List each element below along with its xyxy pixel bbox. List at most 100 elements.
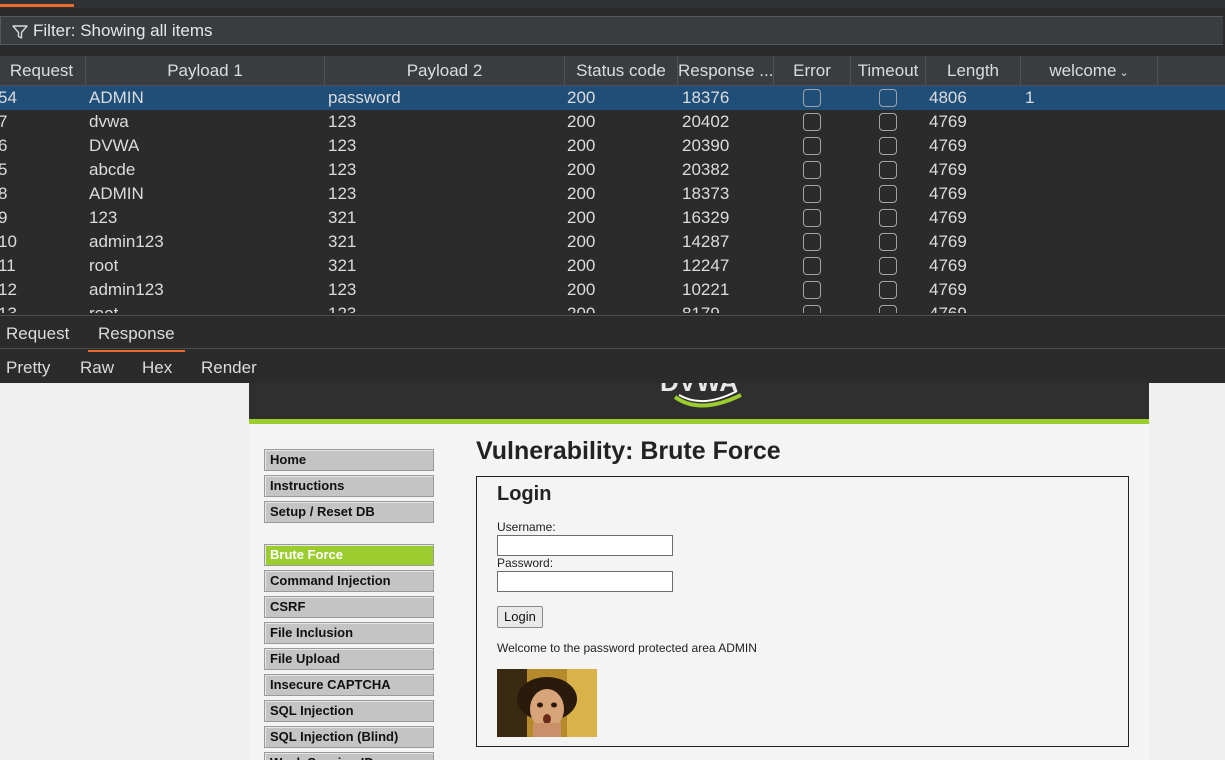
column-header-timeout[interactable]: Timeout: [851, 56, 926, 85]
error-checkbox[interactable]: [803, 137, 821, 155]
password-field[interactable]: [497, 571, 673, 592]
table-header: Request Payload 1 Payload 2 Status code …: [0, 56, 1225, 86]
error-checkbox[interactable]: [803, 113, 821, 131]
chevron-down-icon: ⌄: [1119, 67, 1129, 79]
cell-payload1: root: [89, 256, 119, 275]
cell-payload2: password: [328, 88, 401, 107]
cell-payload2: 123: [328, 136, 357, 155]
timeout-checkbox[interactable]: [879, 209, 897, 227]
tab-pretty[interactable]: Pretty: [6, 358, 50, 378]
table-row[interactable]: 12 admin123 123 200 10221 4769: [0, 278, 1225, 302]
timeout-checkbox[interactable]: [879, 185, 897, 203]
cell-payload2: 123: [328, 280, 357, 299]
filter-bar[interactable]: Filter: Showing all items: [0, 16, 1223, 45]
menu-csrf[interactable]: CSRF: [264, 596, 434, 618]
divider: [0, 348, 1225, 349]
cell-request: 9: [0, 208, 8, 227]
tab-raw[interactable]: Raw: [80, 358, 114, 378]
login-button[interactable]: Login: [497, 606, 543, 628]
cell-payload1: 123: [89, 208, 118, 227]
cell-status-code: 200: [567, 280, 596, 299]
table-row[interactable]: 8 ADMIN 123 200 18373 4769: [0, 182, 1225, 206]
cell-payload1: ADMIN: [89, 184, 144, 203]
cell-response-time: 12247: [682, 256, 730, 275]
cell-request: 7: [0, 112, 8, 131]
table-row[interactable]: 10 admin123 321 200 14287 4769: [0, 230, 1225, 254]
cell-request: 5: [0, 160, 8, 179]
menu-home[interactable]: Home: [264, 449, 434, 471]
column-header-welcome[interactable]: welcome ⌄: [1021, 56, 1158, 85]
user-avatar-image: [497, 669, 597, 737]
column-header-length[interactable]: Length: [926, 56, 1021, 85]
tab-render[interactable]: Render: [191, 358, 267, 386]
column-header-payload2[interactable]: Payload 2: [325, 56, 565, 85]
cell-payload1: DVWA: [89, 136, 140, 155]
cell-response-time: 20382: [682, 160, 730, 179]
menu-insecure-captcha[interactable]: Insecure CAPTCHA: [264, 674, 434, 696]
cell-payload1: abcde: [89, 160, 136, 179]
menu-setup-reset-db[interactable]: Setup / Reset DB: [264, 501, 434, 523]
error-checkbox[interactable]: [803, 161, 821, 179]
table-row[interactable]: 6 DVWA 123 200 20390 4769: [0, 134, 1225, 158]
column-header-error[interactable]: Error: [774, 56, 851, 85]
menu-weak-session-ids[interactable]: Weak Session IDs: [264, 752, 434, 760]
username-field[interactable]: [497, 535, 673, 556]
cell-length: 4769: [929, 160, 967, 179]
cell-request: 8: [0, 184, 8, 203]
username-label: Username:: [497, 520, 556, 534]
timeout-checkbox[interactable]: [879, 113, 897, 131]
column-header-request[interactable]: Request: [0, 56, 86, 85]
table-row[interactable]: 5 abcde 123 200 20382 4769: [0, 158, 1225, 182]
cell-length: 4806: [929, 88, 967, 107]
cell-payload1: admin123: [89, 280, 164, 299]
tab-response[interactable]: Response: [88, 324, 185, 352]
login-heading: Login: [497, 483, 552, 505]
cell-payload2: 321: [328, 256, 357, 275]
cell-request: 12: [0, 280, 17, 299]
cell-request: 10: [0, 232, 17, 251]
menu-command-injection[interactable]: Command Injection: [264, 570, 434, 592]
cell-payload1: dvwa: [89, 112, 129, 131]
error-checkbox[interactable]: [803, 185, 821, 203]
page-title: Vulnerability: Brute Force: [476, 437, 781, 465]
table-row[interactable]: 9 123 321 200 16329 4769: [0, 206, 1225, 230]
cell-length: 4769: [929, 232, 967, 251]
error-checkbox[interactable]: [803, 209, 821, 227]
timeout-checkbox[interactable]: [879, 161, 897, 179]
menu-instructions[interactable]: Instructions: [264, 475, 434, 497]
dvwa-logo: DVWA: [660, 383, 742, 408]
message-editor-tabs: Request Response Pretty Raw Hex Render: [0, 313, 1225, 386]
error-checkbox[interactable]: [803, 89, 821, 107]
cell-payload2: 123: [328, 160, 357, 179]
error-checkbox[interactable]: [803, 233, 821, 251]
menu-brute-force[interactable]: Brute Force: [264, 544, 434, 566]
menu-sql-injection[interactable]: SQL Injection: [264, 700, 434, 722]
menu-file-inclusion[interactable]: File Inclusion: [264, 622, 434, 644]
cell-length: 4769: [929, 208, 967, 227]
login-form: Login Username: Password: Login Welcome …: [476, 476, 1129, 747]
cell-payload2: 321: [328, 208, 357, 227]
error-checkbox[interactable]: [803, 281, 821, 299]
timeout-checkbox[interactable]: [879, 257, 897, 275]
results-table: Request Payload 1 Payload 2 Status code …: [0, 56, 1225, 314]
tab-hex[interactable]: Hex: [142, 358, 172, 378]
error-checkbox[interactable]: [803, 257, 821, 275]
column-header-payload1[interactable]: Payload 1: [86, 56, 325, 85]
cell-status-code: 200: [567, 160, 596, 179]
menu-file-upload[interactable]: File Upload: [264, 648, 434, 670]
timeout-checkbox[interactable]: [879, 137, 897, 155]
timeout-checkbox[interactable]: [879, 89, 897, 107]
timeout-checkbox[interactable]: [879, 281, 897, 299]
menu-sql-injection-blind[interactable]: SQL Injection (Blind): [264, 726, 434, 748]
column-header-status-code[interactable]: Status code: [565, 56, 678, 85]
cell-payload2: 123: [328, 184, 357, 203]
timeout-checkbox[interactable]: [879, 233, 897, 251]
tab-request[interactable]: Request: [6, 324, 69, 344]
table-row[interactable]: 54 ADMIN password 200 18376 4806 1: [0, 86, 1225, 110]
table-row[interactable]: 11 root 321 200 12247 4769: [0, 254, 1225, 278]
column-header-response[interactable]: Response ...: [678, 56, 774, 85]
cell-response-time: 14287: [682, 232, 730, 251]
cell-status-code: 200: [567, 88, 596, 107]
filter-icon: [12, 25, 28, 39]
table-row[interactable]: 7 dvwa 123 200 20402 4769: [0, 110, 1225, 134]
